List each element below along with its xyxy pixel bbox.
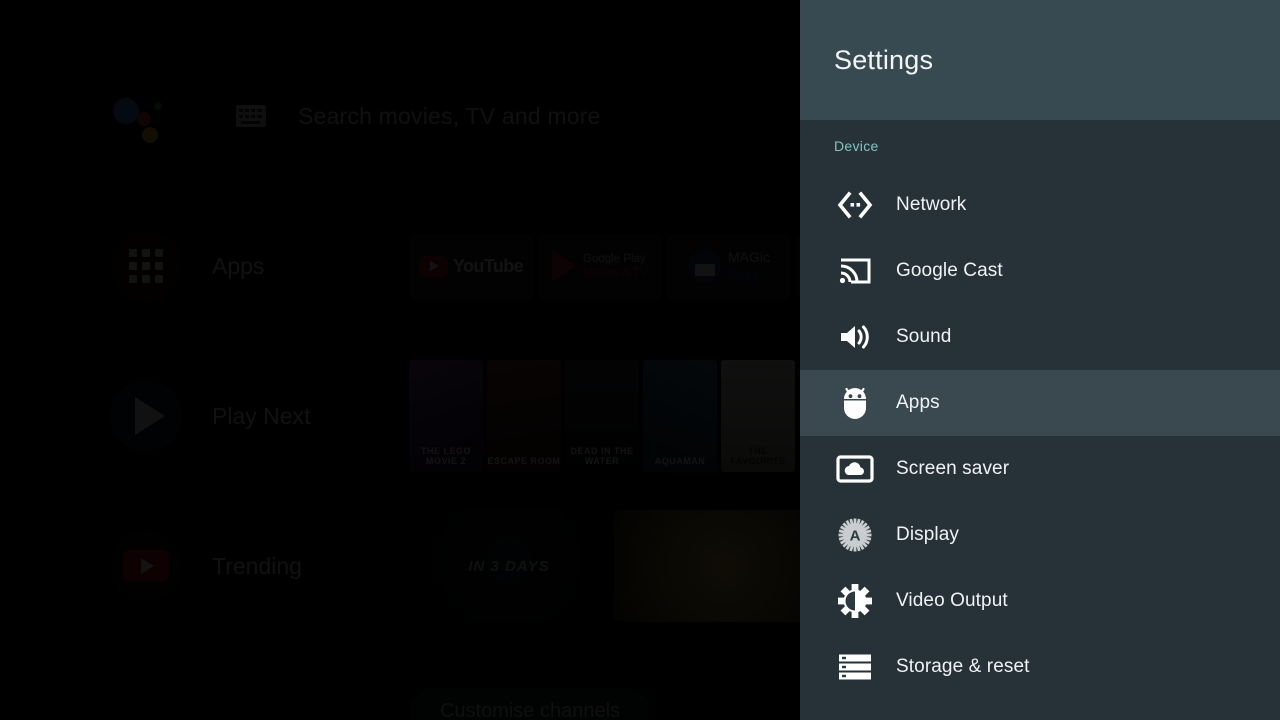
settings-item-apps[interactable]: Apps — [800, 370, 1280, 436]
settings-item-sound[interactable]: Sound — [800, 304, 1280, 370]
settings-item-network[interactable]: Network — [800, 172, 1280, 238]
settings-item-label: Screen saver — [896, 458, 1010, 479]
settings-list: Network Google Cast Sound Apps Screen sa… — [800, 172, 1280, 720]
section-label-device: Device — [834, 138, 879, 154]
settings-item-label: Sound — [896, 326, 952, 347]
settings-panel: Settings Device Network Google Cast Soun… — [800, 0, 1280, 720]
settings-item-screen-saver[interactable]: Screen saver — [800, 436, 1280, 502]
settings-item-label: Network — [896, 194, 967, 215]
settings-item-label: Video Output — [896, 590, 1008, 611]
settings-item-label: Google Cast — [896, 260, 1003, 281]
settings-item-video-output[interactable]: Video Output — [800, 568, 1280, 634]
svg-text:A: A — [850, 528, 861, 545]
settings-item-display[interactable]: A Display — [800, 502, 1280, 568]
network-icon — [833, 183, 877, 227]
settings-item-label: Apps — [896, 392, 940, 413]
tv-screen: Search movies, TV and more Apps YouTube — [0, 0, 1280, 720]
settings-item-label: Display — [896, 524, 959, 545]
volume-icon — [833, 315, 877, 359]
settings-list-container: Device Network Google Cast Sound Apps Sc… — [800, 120, 1280, 720]
circle-icon — [833, 711, 877, 720]
settings-item-storage-and-reset[interactable]: Storage & reset — [800, 634, 1280, 700]
android-robot-icon — [833, 381, 877, 425]
settings-item-label: Storage & reset — [896, 656, 1030, 677]
settings-item-google-cast[interactable]: Google Cast — [800, 238, 1280, 304]
dim-overlay — [0, 0, 800, 720]
page-title: Settings — [834, 44, 934, 75]
brightness-icon — [833, 579, 877, 623]
settings-header: Settings — [800, 0, 1280, 120]
cast-icon — [833, 249, 877, 293]
settings-item-next-partial[interactable] — [800, 700, 1280, 720]
screensaver-icon — [833, 447, 877, 491]
display-icon: A — [833, 513, 877, 557]
storage-icon — [833, 645, 877, 689]
